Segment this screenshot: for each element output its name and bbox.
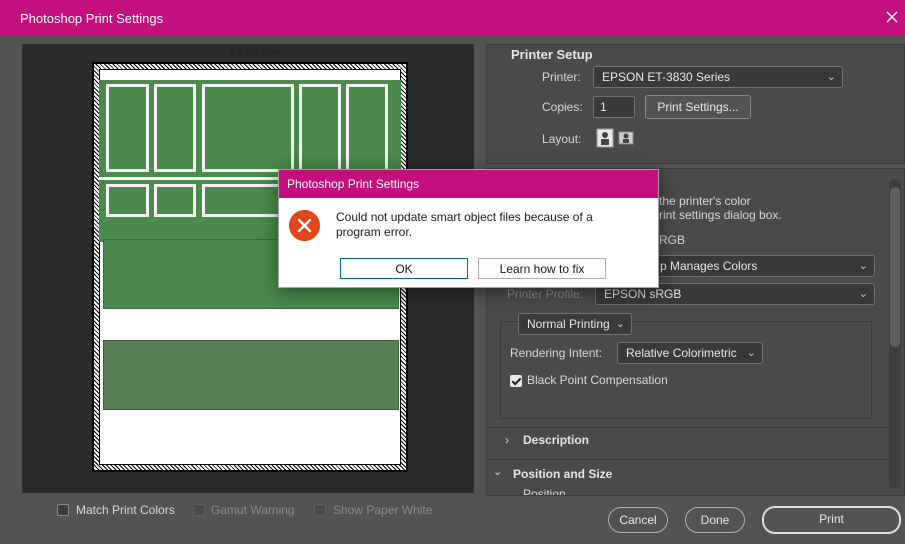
normal-printing-value: Normal Printing: [527, 317, 610, 331]
section-divider: [487, 427, 887, 428]
error-message: Could not update smart object files beca…: [336, 210, 593, 239]
show-paper-white-label: Show Paper White: [333, 503, 433, 517]
learn-how-to-fix-button[interactable]: Learn how to fix: [478, 258, 606, 279]
printer-select[interactable]: EPSON ET-3830 Series ⌄: [593, 66, 843, 88]
chevron-down-icon: ⌄: [746, 347, 756, 359]
chevron-right-icon[interactable]: ›: [505, 433, 509, 447]
paper-size-label: 8.5 in x 11 in: [229, 47, 281, 57]
portrait-layout-icon[interactable]: [596, 128, 614, 148]
close-icon[interactable]: [883, 8, 901, 26]
chevron-down-icon[interactable]: ⌄: [493, 465, 502, 478]
chevron-down-icon: ⌄: [858, 288, 868, 300]
rendering-intent-value: Relative Colorimetric: [626, 346, 737, 360]
printer-setup-heading: Printer Setup: [511, 47, 593, 62]
black-point-label: Black Point Compensation: [527, 373, 668, 387]
color-handling-note-line1: the printer's color: [659, 194, 751, 208]
match-print-colors-label: Match Print Colors: [76, 503, 175, 517]
show-paper-white-checkbox: [314, 504, 326, 516]
chevron-down-icon: ⌄: [615, 318, 625, 330]
printer-profile-label: Printer Profile:: [507, 287, 584, 301]
chevron-down-icon: ⌄: [826, 71, 836, 83]
print-button[interactable]: Print: [762, 506, 901, 534]
printer-select-value: EPSON ET-3830 Series: [602, 70, 731, 84]
image-cell: [106, 84, 149, 172]
rendering-intent-label: Rendering Intent:: [510, 346, 603, 360]
description-section[interactable]: Description: [523, 433, 589, 447]
image-cell: [346, 84, 388, 172]
image-cell: [106, 184, 149, 217]
printer-setup-panel: Printer Setup Printer: EPSON ET-3830 Ser…: [486, 44, 905, 164]
window-titlebar: Photoshop Print Settings: [0, 0, 905, 36]
done-button[interactable]: Done: [685, 507, 745, 533]
printer-label: Printer:: [542, 70, 581, 84]
gamut-warning-checkbox: [193, 504, 205, 516]
image-cell: [154, 84, 196, 172]
layout-label: Layout:: [542, 132, 582, 146]
copies-label: Copies:: [542, 100, 583, 114]
copies-input[interactable]: 1: [593, 96, 635, 118]
printer-profile-value: EPSON sRGB: [604, 287, 682, 301]
error-dialog-title: Photoshop Print Settings: [279, 170, 658, 198]
image-cell: [154, 184, 196, 217]
image-cell: [202, 84, 294, 172]
normal-printing-select[interactable]: Normal Printing ⌄: [518, 313, 632, 335]
image-cell: [299, 84, 341, 172]
color-handling-value: p Manages Colors: [660, 259, 758, 273]
position-and-size-section[interactable]: Position and Size: [513, 467, 612, 481]
rendering-options-group: Normal Printing ⌄ Rendering Intent: Rela…: [500, 313, 872, 419]
chevron-down-icon: ⌄: [858, 260, 868, 272]
gamut-warning-label: Gamut Warning: [211, 503, 295, 517]
window-title: Photoshop Print Settings: [20, 11, 164, 26]
section-divider: [487, 459, 887, 460]
document-profile-value: RGB: [659, 233, 686, 247]
panel-scrollbar[interactable]: [889, 179, 901, 489]
image-block-bottom: [103, 340, 399, 410]
ok-button[interactable]: OK: [340, 258, 468, 279]
panel-scrollbar-thumb[interactable]: [890, 187, 900, 347]
black-point-checkbox[interactable]: [510, 375, 522, 387]
error-dialog: Photoshop Print Settings Could not updat…: [278, 169, 659, 288]
position-subheading: Position: [523, 487, 566, 496]
cancel-button[interactable]: Cancel: [608, 507, 668, 533]
match-print-colors-checkbox[interactable]: [57, 504, 69, 516]
print-settings-button[interactable]: Print Settings...: [645, 95, 751, 119]
rendering-intent-select[interactable]: Relative Colorimetric ⌄: [617, 342, 763, 364]
color-handling-note-line2: rint settings dialog box.: [659, 208, 782, 222]
landscape-layout-icon[interactable]: [618, 131, 634, 145]
error-icon: [289, 210, 320, 241]
